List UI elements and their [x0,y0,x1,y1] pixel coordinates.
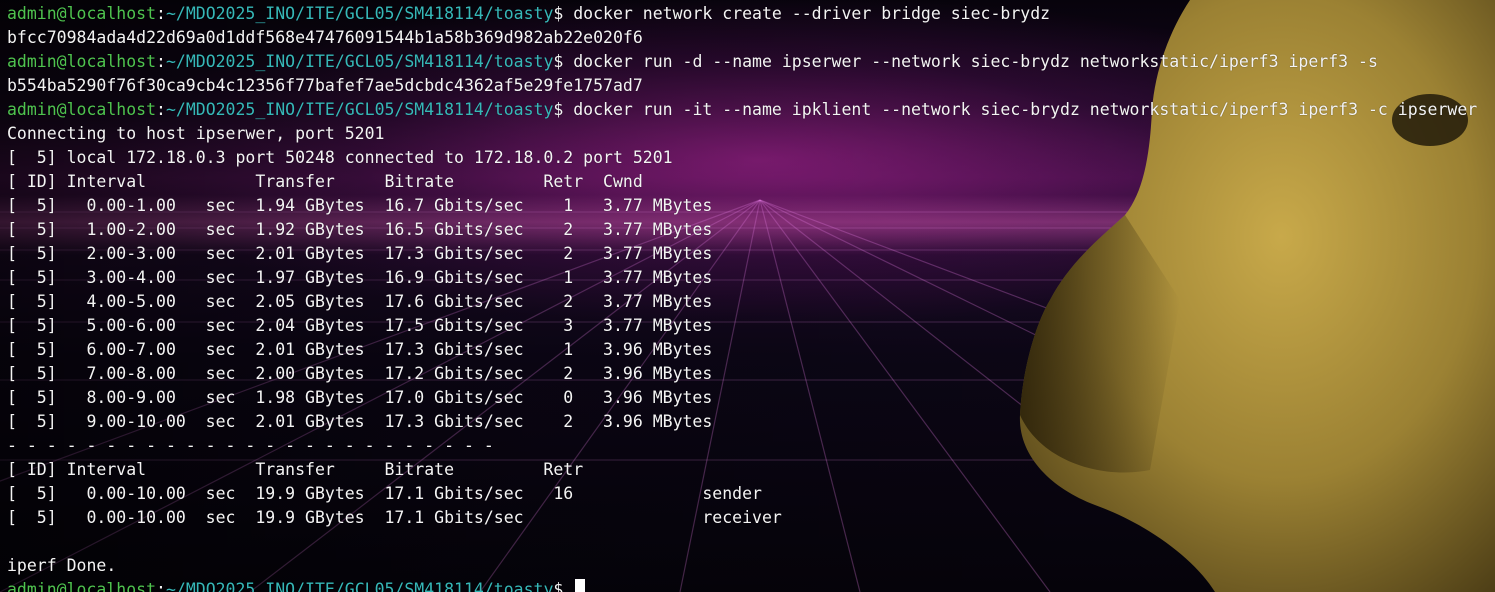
local-connection-output: [ 5] local 172.18.0.3 port 50248 connect… [7,148,673,167]
summary-table-header: [ ID] Interval Transfer Bitrate Retr [7,460,584,479]
summary-receiver-row: [ 5] 0.00-10.00 sec 19.9 GBytes 17.1 Gbi… [7,508,782,527]
interval-row: [ 5] 4.00-5.00 sec 2.05 GBytes 17.6 Gbit… [7,292,713,311]
prompt-user-host: admin@localhost [7,580,157,592]
prompt-user-host: admin@localhost [7,52,157,71]
separator-line: - - - - - - - - - - - - - - - - - - - - … [7,436,494,455]
prompt-path: ~/MDO2025_INO/ITE/GCL05/SM418114/toasty [165,52,554,71]
prompt-colon: : [156,4,166,23]
text-cursor[interactable] [575,579,586,592]
command-text: docker network create --driver bridge si… [573,4,1051,23]
interval-row: [ 5] 7.00-8.00 sec 2.00 GBytes 17.2 Gbit… [7,364,713,383]
prompt-dollar: $ [553,52,574,71]
prompt-dollar: $ [553,580,574,592]
connecting-output: Connecting to host ipserwer, port 5201 [7,124,385,143]
prompt-colon: : [156,52,166,71]
terminal-output[interactable]: admin@localhost:~/MDO2025_INO/ITE/GCL05/… [7,2,1477,592]
command-text: docker run -it --name ipklient --network… [573,100,1478,119]
prompt-path: ~/MDO2025_INO/ITE/GCL05/SM418114/toasty [165,4,554,23]
prompt-user-host: admin@localhost [7,100,157,119]
command-line[interactable]: admin@localhost:~/MDO2025_INO/ITE/GCL05/… [7,578,1477,592]
prompt-path: ~/MDO2025_INO/ITE/GCL05/SM418114/toasty [165,100,554,119]
command-line: admin@localhost:~/MDO2025_INO/ITE/GCL05/… [7,50,1477,74]
interval-row: [ 5] 0.00-1.00 sec 1.94 GBytes 16.7 Gbit… [7,196,713,215]
prompt-dollar: $ [553,100,574,119]
iperf-done-output: iperf Done. [7,556,117,575]
terminal-window[interactable]: admin@localhost:~/MDO2025_INO/ITE/GCL05/… [0,0,1495,592]
command-line: admin@localhost:~/MDO2025_INO/ITE/GCL05/… [7,2,1477,26]
interval-row: [ 5] 5.00-6.00 sec 2.04 GBytes 17.5 Gbit… [7,316,713,335]
interval-row: [ 5] 2.00-3.00 sec 2.01 GBytes 17.3 Gbit… [7,244,713,263]
interval-row: [ 5] 6.00-7.00 sec 2.01 GBytes 17.3 Gbit… [7,340,713,359]
prompt-colon: : [156,580,166,592]
summary-sender-row: [ 5] 0.00-10.00 sec 19.9 GBytes 17.1 Gbi… [7,484,762,503]
interval-row: [ 5] 9.00-10.00 sec 2.01 GBytes 17.3 Gbi… [7,412,713,431]
prompt-path: ~/MDO2025_INO/ITE/GCL05/SM418114/toasty [165,580,554,592]
network-id-output: bfcc70984ada4d22d69a0d1ddf568e4747609154… [7,28,643,47]
interval-table-header: [ ID] Interval Transfer Bitrate Retr Cwn… [7,172,643,191]
prompt-colon: : [156,100,166,119]
interval-row: [ 5] 8.00-9.00 sec 1.98 GBytes 17.0 Gbit… [7,388,713,407]
container-id-output: b554ba5290f76f30ca9cb4c12356f77bafef7ae5… [7,76,643,95]
interval-row: [ 5] 1.00-2.00 sec 1.92 GBytes 16.5 Gbit… [7,220,713,239]
prompt-dollar: $ [553,4,574,23]
interval-row: [ 5] 3.00-4.00 sec 1.97 GBytes 16.9 Gbit… [7,268,713,287]
command-line: admin@localhost:~/MDO2025_INO/ITE/GCL05/… [7,98,1477,122]
command-text: docker run -d --name ipserwer --network … [573,52,1378,71]
prompt-user-host: admin@localhost [7,4,157,23]
